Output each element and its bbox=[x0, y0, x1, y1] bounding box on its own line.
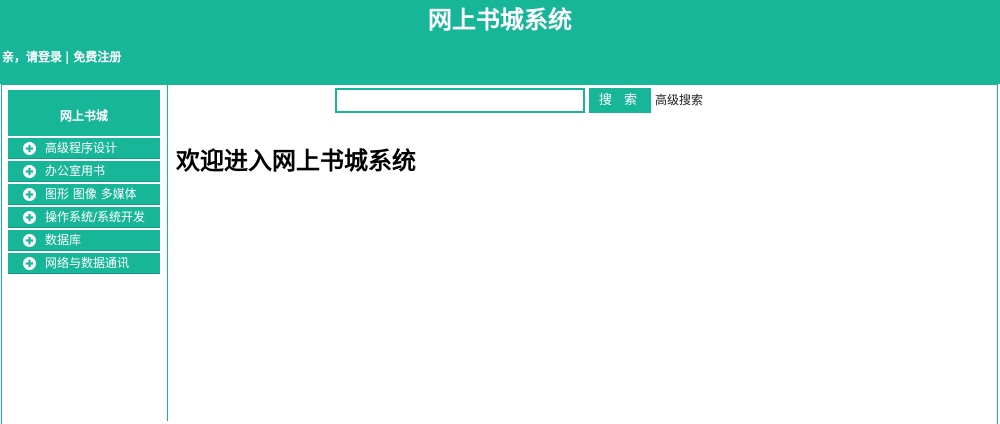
site-header: 网上书城系统 亲，请登录 | 免费注册 bbox=[0, 0, 1000, 84]
plus-circle-icon bbox=[23, 188, 36, 201]
category-item-networking[interactable]: 网络与数据通讯 bbox=[8, 253, 160, 274]
register-link[interactable]: 免费注册 bbox=[73, 50, 121, 64]
category-item-advanced-programming[interactable]: 高级程序设计 bbox=[8, 138, 160, 159]
category-item-graphics-multimedia[interactable]: 图形 图像 多媒体 bbox=[8, 184, 160, 205]
welcome-heading: 欢迎进入网上书城系统 bbox=[176, 147, 416, 175]
plus-circle-icon bbox=[23, 211, 36, 224]
sidebar: 网上书城 高级程序设计 办公室用书 图形 图像 多媒体 操作系统/系统开发 数据… bbox=[1, 84, 168, 421]
search-input[interactable] bbox=[335, 88, 585, 113]
category-item-databases[interactable]: 数据库 bbox=[8, 230, 160, 251]
category-label: 网络与数据通讯 bbox=[45, 256, 130, 270]
plus-circle-icon bbox=[23, 142, 36, 155]
category-list: 高级程序设计 办公室用书 图形 图像 多媒体 操作系统/系统开发 数据库 网络与… bbox=[8, 138, 160, 276]
login-link[interactable]: 亲，请登录 bbox=[2, 50, 62, 64]
plus-circle-icon bbox=[23, 257, 36, 270]
sidebar-title: 网上书城 bbox=[8, 90, 160, 136]
plus-circle-icon bbox=[23, 165, 36, 178]
login-separator: | bbox=[65, 50, 70, 64]
search-button[interactable]: 搜 索 bbox=[589, 88, 651, 113]
plus-circle-icon bbox=[23, 234, 36, 247]
category-label: 图形 图像 多媒体 bbox=[45, 187, 137, 201]
category-item-office-books[interactable]: 办公室用书 bbox=[8, 161, 160, 182]
login-bar: 亲，请登录 | 免费注册 bbox=[2, 49, 121, 65]
category-label: 办公室用书 bbox=[45, 164, 106, 178]
category-item-operating-systems[interactable]: 操作系统/系统开发 bbox=[8, 207, 160, 228]
advanced-search-link[interactable]: 高级搜索 bbox=[655, 92, 703, 108]
site-title: 网上书城系统 bbox=[428, 6, 572, 34]
category-label: 高级程序设计 bbox=[45, 141, 118, 155]
category-label: 操作系统/系统开发 bbox=[45, 210, 146, 224]
category-label: 数据库 bbox=[45, 233, 82, 247]
